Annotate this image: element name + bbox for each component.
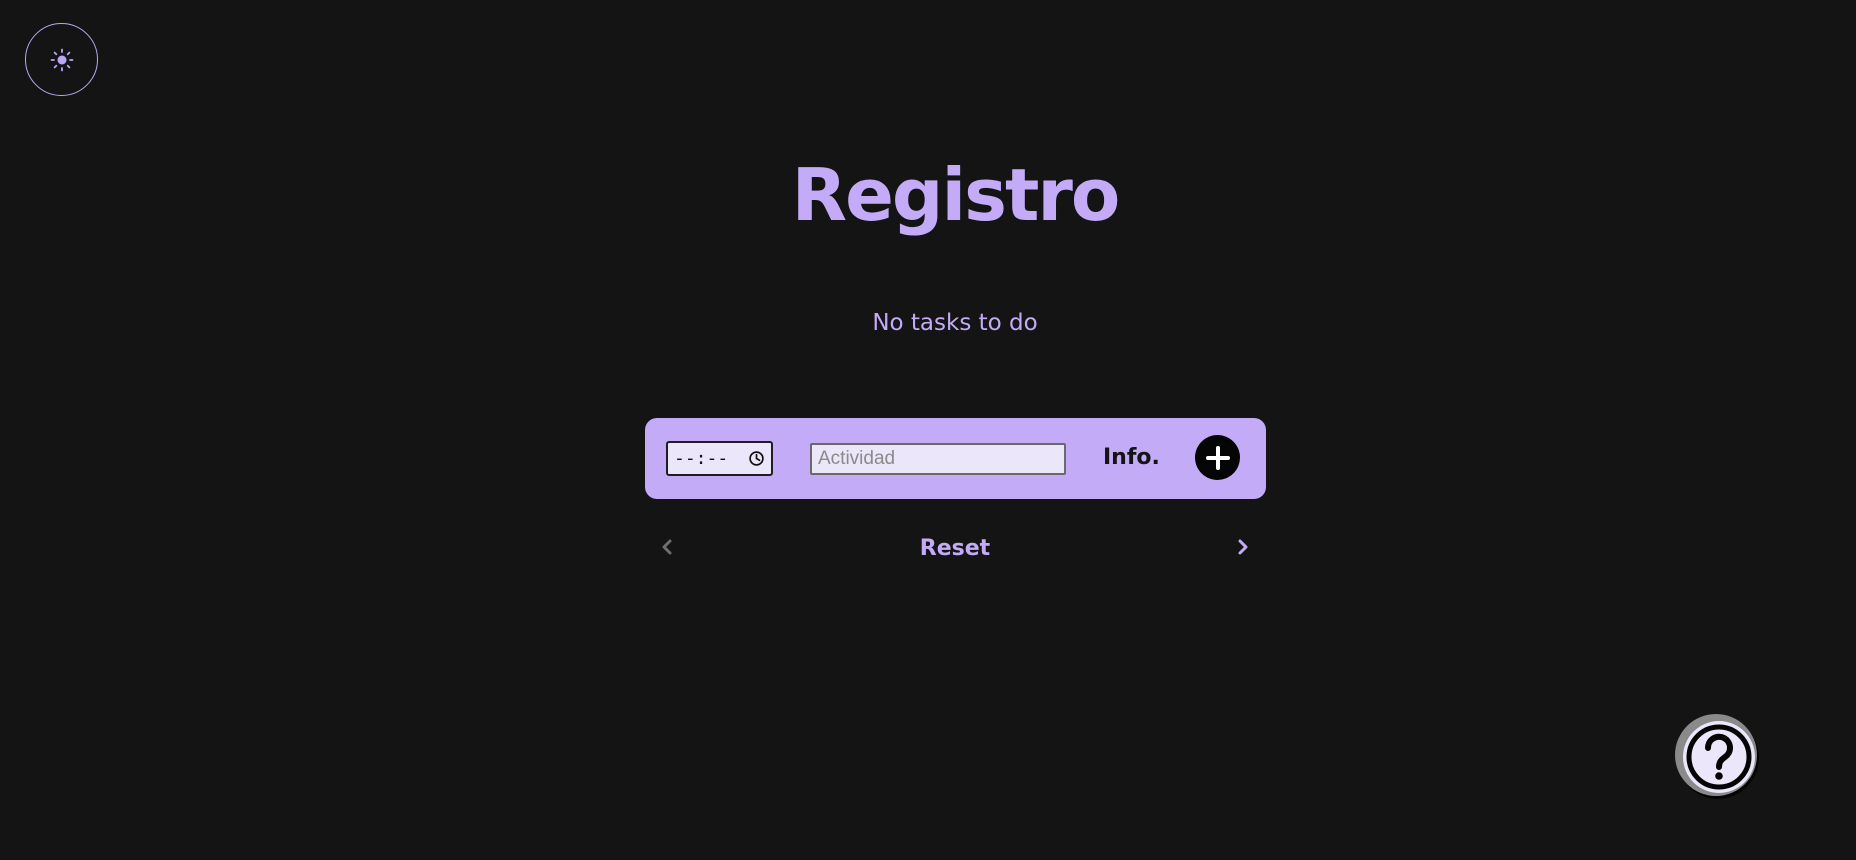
chevron-right-icon[interactable] bbox=[1232, 537, 1252, 557]
page: Registro No tasks to do --:-- Info. Rese… bbox=[0, 0, 1856, 860]
reset-button[interactable]: Reset bbox=[0, 536, 1856, 561]
clock-icon bbox=[749, 451, 764, 466]
task-form: --:-- Info. bbox=[645, 418, 1266, 499]
time-value: --:-- bbox=[674, 448, 729, 469]
empty-state-message: No tasks to do bbox=[872, 310, 1038, 336]
plus-icon bbox=[1205, 445, 1230, 470]
help-button[interactable] bbox=[1674, 712, 1762, 800]
theme-toggle-button[interactable] bbox=[25, 23, 98, 96]
activity-input[interactable] bbox=[810, 443, 1066, 475]
page-title: Registro bbox=[791, 153, 1121, 237]
info-label: Info. bbox=[1103, 445, 1160, 470]
add-task-button[interactable] bbox=[1195, 435, 1240, 480]
sun-icon bbox=[50, 48, 73, 71]
time-input[interactable]: --:-- bbox=[666, 441, 773, 476]
